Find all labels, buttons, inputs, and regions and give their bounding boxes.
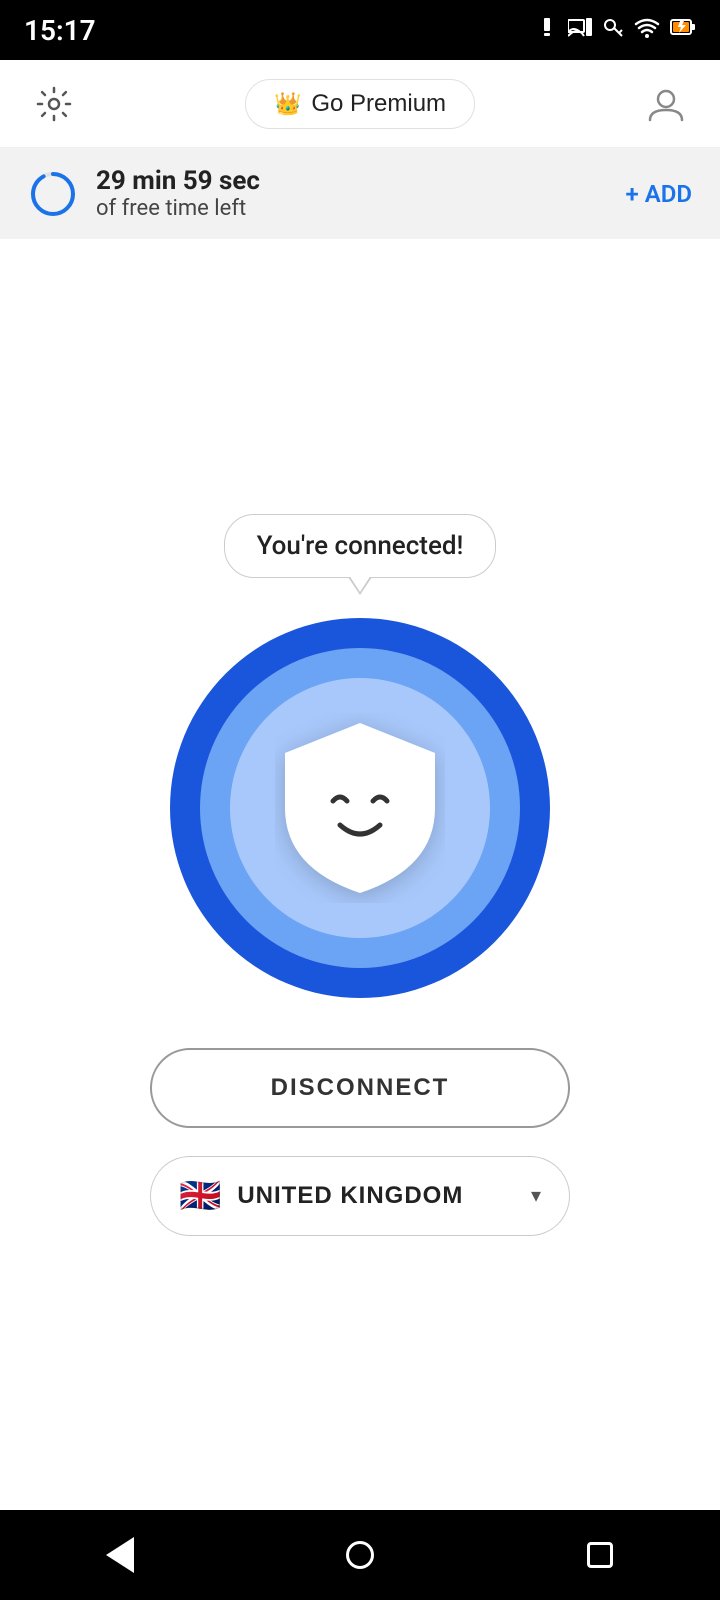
free-time-text: 29 min 59 sec of free time left [96,166,260,221]
key-icon [602,16,624,44]
location-label: UNITED KINGDOM [237,1182,463,1210]
dropdown-arrow-icon: ▾ [531,1183,541,1208]
alert-icon [536,16,558,44]
flag-icon: 🇬🇧 [179,1176,221,1216]
settings-icon [36,86,72,122]
free-time-banner: 29 min 59 sec of free time left + ADD [0,148,720,239]
free-time-sub: of free time left [96,196,260,221]
home-button[interactable] [330,1525,390,1585]
home-icon [346,1541,374,1569]
premium-label: Go Premium [311,90,446,118]
add-time-button[interactable]: + ADD [626,180,692,208]
status-bar: 15:17 [0,0,720,60]
premium-button[interactable]: 👑 Go Premium [245,79,475,129]
free-time-main: 29 min 59 sec [96,166,260,196]
crown-icon: 👑 [274,91,301,117]
recent-icon [587,1542,613,1568]
location-button[interactable]: 🇬🇧 UNITED KINGDOM ▾ [150,1156,570,1236]
shield-face-icon [275,713,445,903]
timer-circle-icon [28,169,78,219]
wifi-icon [634,16,660,44]
back-icon [106,1537,134,1573]
account-button[interactable] [640,78,692,130]
battery-icon [670,16,696,44]
settings-button[interactable] [28,78,80,130]
status-time: 15:17 [24,14,96,47]
top-nav: 👑 Go Premium [0,60,720,148]
shield-container[interactable] [170,618,550,998]
connected-bubble: You're connected! [224,514,497,578]
disconnect-label: DISCONNECT [271,1074,450,1102]
main-content: You're connected! DISCONNECT 🇬🇧 UNITED K… [0,239,720,1510]
recent-button[interactable] [570,1525,630,1585]
disconnect-button[interactable]: DISCONNECT [150,1048,570,1128]
back-button[interactable] [90,1525,150,1585]
status-icons [536,16,696,44]
bottom-nav [0,1510,720,1600]
free-time-left: 29 min 59 sec of free time left [28,166,260,221]
connected-text: You're connected! [257,531,464,561]
account-icon [646,84,686,124]
cast-icon [568,16,592,44]
